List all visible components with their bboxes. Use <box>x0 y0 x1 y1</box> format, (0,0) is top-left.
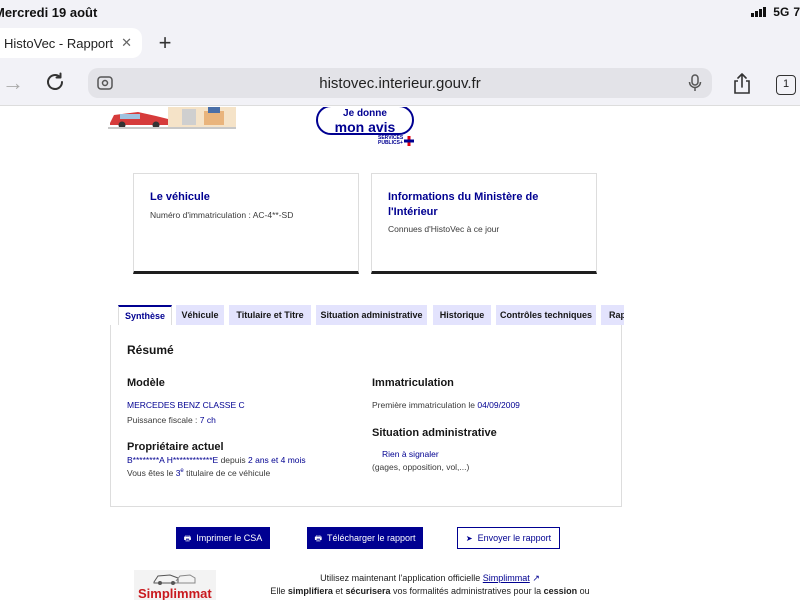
battery-level: 7 <box>793 5 800 19</box>
owner-rank-prefix: Vous êtes le <box>127 468 174 478</box>
first-registration-date: 04/09/2009 <box>477 400 520 410</box>
tab-rapport[interactable]: Rapport <box>601 305 624 325</box>
status-bar: Mercredi 19 août 5G 7 <box>0 0 800 26</box>
plate-label: Numéro d'immatriculation : <box>150 210 251 220</box>
simplimmat-promo: Utilisez maintenant l'application offici… <box>230 572 630 598</box>
fiscal-power-line: Puissance fiscale : 7 ch <box>127 415 216 425</box>
status-indicators: 5G 7 <box>751 5 800 19</box>
forward-arrow-icon[interactable]: → <box>2 70 24 96</box>
summary-heading: Résumé <box>127 343 174 357</box>
status-date: Mercredi 19 août <box>0 5 98 20</box>
browser-tab[interactable]: HistoVec - Rapport vendeur ✕ <box>0 28 142 58</box>
send-report-label: Envoyer le rapport <box>477 533 552 543</box>
ministry-card-title: Informations du Ministère de l'Intérieur <box>388 191 539 218</box>
tab-controles-techniques[interactable]: Contrôles techniques <box>496 305 596 325</box>
microphone-icon[interactable] <box>688 74 702 92</box>
summary-panel: Résumé Modèle MERCEDES BENZ CLASSE C Pui… <box>110 325 622 507</box>
model-heading: Modèle <box>127 377 165 389</box>
plus-icon: + <box>158 30 172 55</box>
print-csa-label: Imprimer le CSA <box>196 533 263 543</box>
car-icon <box>153 574 196 585</box>
admin-detail: (gages, opposition, vol,...) <box>372 462 470 472</box>
browser-tab-title: HistoVec - Rapport vendeur <box>4 35 115 51</box>
owner-heading: Propriétaire actuel <box>127 441 224 453</box>
owner-rank-number: 3e <box>175 468 184 478</box>
fiscal-power-value: 7 ch <box>199 415 216 425</box>
services-publics-line2: PUBLICS+ <box>378 140 403 146</box>
tab-historique[interactable]: Historique <box>433 305 491 325</box>
download-report-label: Télécharger le rapport <box>327 533 416 543</box>
admin-heading: Situation administrative <box>372 427 497 439</box>
reload-icon[interactable] <box>44 71 66 93</box>
owner-rank-line: Vous êtes le 3e titulaire de ce véhicule <box>127 468 270 478</box>
page-content: Je donne mon avis SERVICES PUBLICS+ Le v… <box>0 107 800 600</box>
cellular-signal-icon <box>751 7 767 17</box>
report-tabs: Synthèse Véhicule Titulaire et Titre Sit… <box>116 305 624 325</box>
feedback-line2: mon avis <box>334 119 396 135</box>
browser-tab-strip: HistoVec - Rapport vendeur ✕ + <box>0 26 800 60</box>
first-registration-label: Première immatriculation le <box>372 400 475 410</box>
simplimmat-logo-text: Simplimmat <box>138 586 212 600</box>
close-icon[interactable]: ✕ <box>121 35 132 51</box>
vehicle-card: Le véhicule Numéro d'immatriculation : A… <box>133 173 359 274</box>
services-publics-logo: SERVICES PUBLICS+ <box>378 136 403 146</box>
address-bar[interactable]: histovec.interieur.gouv.fr <box>88 68 712 98</box>
owner-name: B********A H************E <box>127 455 219 465</box>
send-arrow-icon: ➤ <box>465 534 473 543</box>
tab-vehicule[interactable]: Véhicule <box>176 305 224 325</box>
owner-since-value: 2 ans et 4 mois <box>248 455 306 465</box>
simplimmat-link[interactable]: Simplimmat <box>483 573 530 583</box>
owner-since-label: depuis <box>220 455 246 465</box>
browser-nav-bar: → histovec.interieur.gouv.fr 1 <box>0 60 800 106</box>
first-registration-line: Première immatriculation le 04/09/2009 <box>372 400 520 410</box>
feedback-button[interactable]: Je donne mon avis <box>316 107 414 135</box>
plate-line: Numéro d'immatriculation : AC-4**-SD <box>150 210 293 220</box>
send-report-button[interactable]: ➤ Envoyer le rapport <box>457 527 560 549</box>
network-type: 5G <box>773 5 790 19</box>
print-csa-button[interactable]: 🖶 Imprimer le CSA <box>176 527 270 549</box>
admin-status: Rien à signaler <box>382 449 439 459</box>
model-name: MERCEDES BENZ CLASSE C <box>127 400 245 410</box>
tab-titulaire-titre[interactable]: Titulaire et Titre <box>229 305 311 325</box>
share-icon[interactable] <box>732 73 752 95</box>
ministry-card-subtitle: Connues d'HistoVec à ce jour <box>388 224 500 234</box>
simplimmat-logo[interactable]: Simplimmat <box>134 570 216 600</box>
download-report-button[interactable]: 🖶 Télécharger le rapport <box>307 527 423 549</box>
vehicle-card-title: Le véhicule <box>150 191 210 203</box>
services-publics-plus-icon <box>404 136 414 146</box>
simplimmat-line2: Elle simplifiera et sécurisera vos forma… <box>270 586 590 596</box>
printer-icon: 🖶 <box>314 534 322 543</box>
owner-rank-rest: titulaire de ce véhicule <box>186 468 271 478</box>
ministry-card: Informations du Ministère de l'Intérieur… <box>371 173 597 274</box>
tab-synthese[interactable]: Synthèse <box>118 305 172 325</box>
plate-value: AC-4**-SD <box>252 210 294 220</box>
tab-overview-button[interactable]: 1 <box>776 75 796 95</box>
registration-heading: Immatriculation <box>372 377 454 389</box>
url-text: histovec.interieur.gouv.fr <box>319 75 481 92</box>
car-illustration <box>108 107 236 129</box>
tab-situation-administrative[interactable]: Situation administrative <box>316 305 427 325</box>
new-tab-button[interactable]: + <box>150 29 180 57</box>
fiscal-power-label: Puissance fiscale : <box>127 415 198 425</box>
owner-line: B********A H************E depuis 2 ans e… <box>127 455 306 465</box>
external-link-icon: ↗ <box>532 573 540 583</box>
simplimmat-line1: Utilisez maintenant l'application offici… <box>320 573 540 583</box>
printer-icon: 🖶 <box>183 534 192 543</box>
